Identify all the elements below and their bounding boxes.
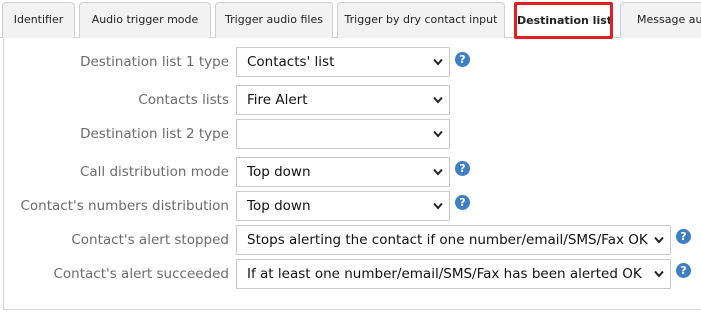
chevron-down-icon — [654, 260, 664, 288]
contacts-numbers-distribution-label: Contact's numbers distribution — [20, 198, 229, 214]
destination-list-1-type-label: Destination list 1 type — [80, 54, 229, 70]
contacts-lists-select[interactable]: Fire Alert — [236, 85, 450, 115]
chevron-down-icon — [433, 158, 443, 186]
help-icon[interactable]: ? — [676, 229, 691, 244]
row-contacts-numbers-distribution: Contact's numbers distribution Top down … — [0, 191, 701, 221]
row-destination-list-1-type: Destination list 1 type Contacts' list ? — [0, 47, 701, 77]
call-distribution-mode-value: Top down — [247, 164, 311, 180]
contacts-alert-stopped-label: Contact's alert stopped — [71, 232, 229, 248]
chevron-down-icon — [433, 86, 443, 114]
tab-audio-trigger-mode[interactable]: Audio trigger mode — [79, 2, 211, 38]
call-distribution-mode-select[interactable]: Top down — [236, 157, 450, 187]
help-icon[interactable]: ? — [455, 161, 470, 176]
help-icon[interactable]: ? — [676, 263, 691, 278]
row-contacts-alert-stopped: Contact's alert stopped Stops alerting t… — [0, 225, 701, 255]
tab-trigger-dry-contact[interactable]: Trigger by dry contact input — [337, 2, 505, 38]
row-contacts-alert-succeeded: Contact's alert succeeded If at least on… — [0, 259, 701, 289]
contacts-alert-succeeded-select[interactable]: If at least one number/email/SMS/Fax has… — [236, 259, 671, 289]
row-destination-list-2-type: Destination list 2 type — [0, 119, 701, 149]
row-contacts-lists: Contacts lists Fire Alert — [0, 85, 701, 115]
call-distribution-mode-label: Call distribution mode — [79, 164, 229, 180]
chevron-down-icon — [433, 120, 443, 148]
tab-bar: Identifier Audio trigger mode Trigger au… — [0, 0, 701, 39]
contacts-alert-succeeded-value: If at least one number/email/SMS/Fax has… — [247, 266, 642, 282]
help-icon[interactable]: ? — [455, 52, 470, 67]
tab-message-audio[interactable]: Message aud — [620, 2, 701, 38]
contacts-lists-value: Fire Alert — [247, 92, 308, 108]
tab-destination-list[interactable]: Destination list — [514, 2, 613, 39]
contacts-numbers-distribution-value: Top down — [247, 198, 311, 214]
contacts-alert-stopped-select[interactable]: Stops alerting the contact if one number… — [236, 225, 671, 255]
destination-list-2-type-label: Destination list 2 type — [80, 126, 229, 142]
destination-list-1-type-select[interactable]: Contacts' list — [236, 47, 450, 77]
chevron-down-icon — [433, 48, 443, 76]
contacts-alert-succeeded-label: Contact's alert succeeded — [53, 266, 229, 282]
destination-list-1-type-value: Contacts' list — [247, 54, 335, 70]
tab-trigger-audio-files[interactable]: Trigger audio files — [215, 2, 333, 38]
contacts-numbers-distribution-select[interactable]: Top down — [236, 191, 450, 221]
contacts-lists-label: Contacts lists — [138, 92, 229, 108]
tab-identifier[interactable]: Identifier — [2, 2, 75, 38]
destination-list-2-type-select[interactable] — [236, 119, 450, 149]
row-call-distribution-mode: Call distribution mode Top down ? — [0, 157, 701, 187]
chevron-down-icon — [654, 226, 664, 254]
chevron-down-icon — [433, 192, 443, 220]
help-icon[interactable]: ? — [455, 195, 470, 210]
contacts-alert-stopped-value: Stops alerting the contact if one number… — [247, 232, 648, 248]
